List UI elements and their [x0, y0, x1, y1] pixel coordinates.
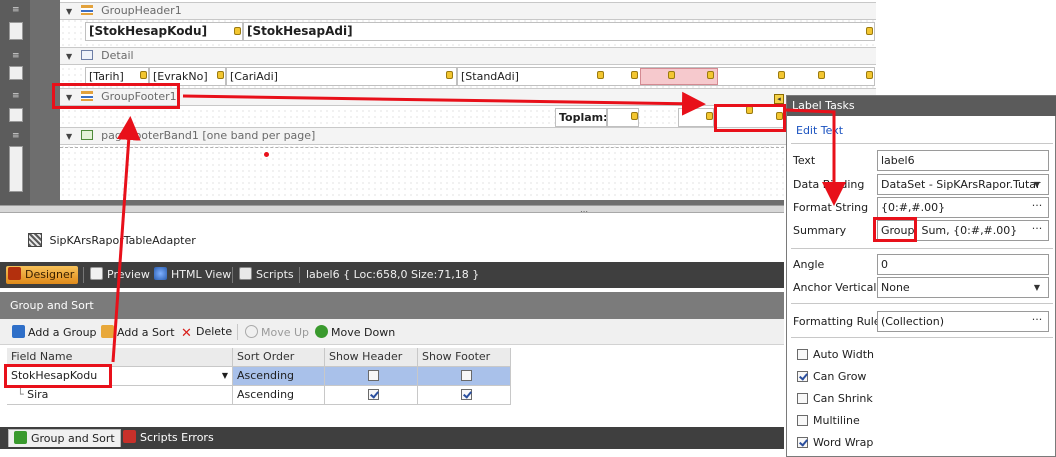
arrow-to-group-footer	[111, 116, 141, 363]
arrow-to-label6	[182, 91, 706, 116]
annotation-arrows	[111, 91, 846, 363]
arrow-to-summary	[785, 108, 846, 206]
